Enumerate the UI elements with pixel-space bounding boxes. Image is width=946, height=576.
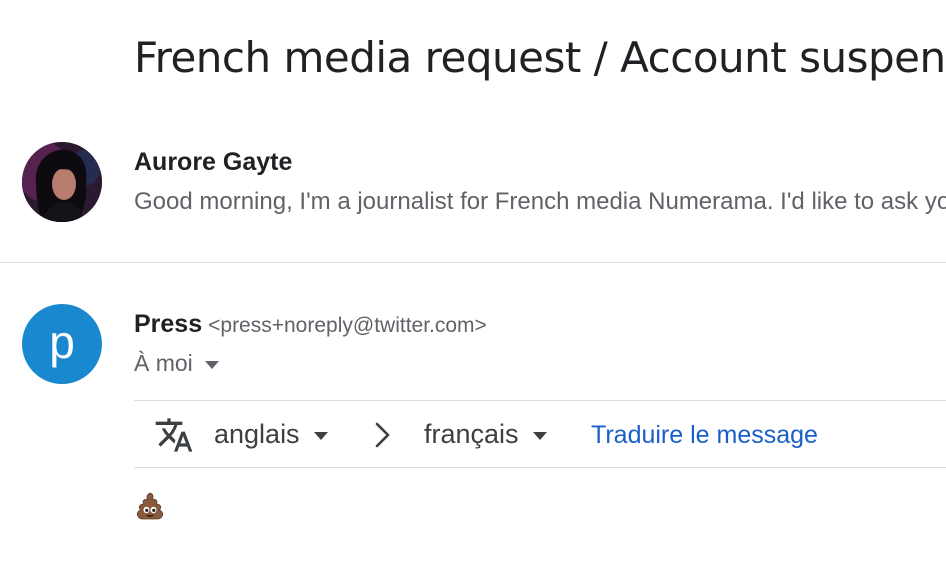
pile-of-poo-icon — [136, 492, 164, 520]
chevron-right-icon — [375, 422, 390, 448]
translate-bar: anglais français Traduire le message — [134, 400, 946, 468]
avatar[interactable] — [22, 142, 102, 222]
sender-name[interactable]: Press — [134, 310, 202, 338]
target-language-select[interactable]: français — [424, 417, 547, 451]
source-language-label: anglais — [214, 419, 300, 449]
translate-icon — [155, 418, 193, 452]
recipient-label: À moi — [134, 350, 193, 376]
caret-down-icon — [204, 360, 219, 369]
recipient-dropdown[interactable]: À moi — [134, 348, 219, 378]
target-language-label: français — [424, 419, 519, 449]
caret-down-icon — [313, 431, 328, 440]
caret-down-icon — [532, 431, 547, 440]
source-language-select[interactable]: anglais — [214, 417, 328, 451]
message-snippet[interactable]: Good morning, I'm a journalist for Frenc… — [134, 186, 946, 218]
message-divider — [0, 262, 946, 263]
email-subject: French media request / Account suspended — [134, 33, 946, 82]
avatar-photo — [22, 142, 102, 222]
email-thread-view: French media request / Account suspended… — [0, 0, 946, 576]
sender-name[interactable]: Aurore Gayte — [134, 146, 292, 178]
translate-message-link[interactable]: Traduire le message — [591, 418, 818, 452]
avatar-letter: p — [49, 316, 75, 368]
sender-email: <press+noreply@twitter.com> — [208, 314, 487, 337]
sender-header: Press <press+noreply@twitter.com> — [134, 308, 487, 342]
avatar[interactable]: p — [22, 304, 102, 384]
